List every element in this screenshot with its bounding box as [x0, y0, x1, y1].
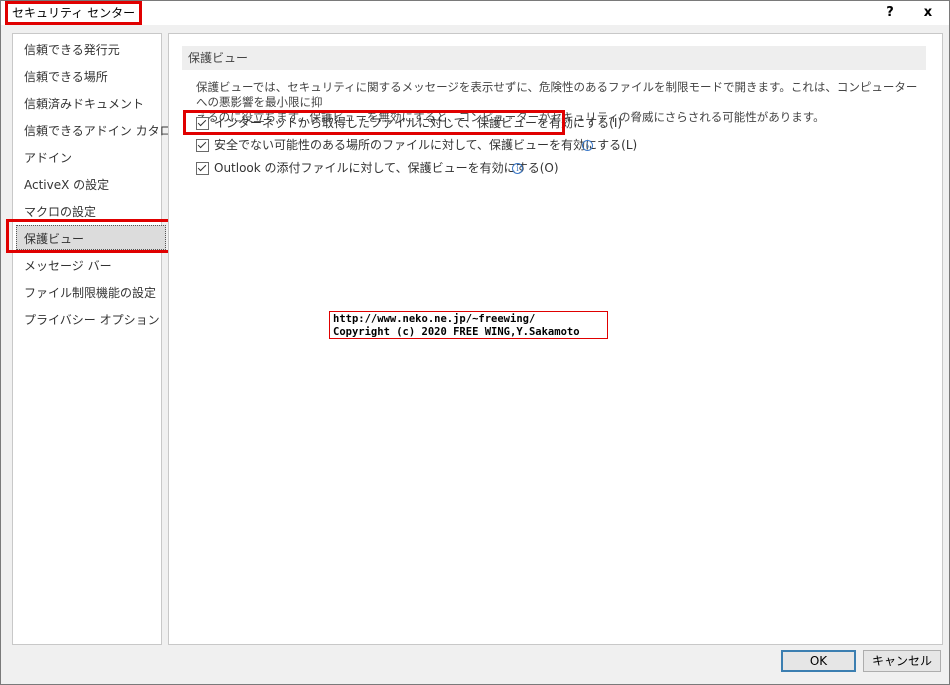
- cancel-button[interactable]: キャンセル: [863, 650, 941, 672]
- trust-center-dialog: セキュリティ センター ? x 信頼できる発行元 信頼できる場所 信頼済みドキュ…: [0, 0, 950, 685]
- info-icon[interactable]: i: [512, 163, 523, 174]
- checkbox-outlook-attachments[interactable]: [196, 162, 209, 175]
- sidebar-item-macros[interactable]: マクロの設定: [24, 203, 96, 220]
- sidebar: 信頼できる発行元 信頼できる場所 信頼済みドキュメント 信頼できるアドイン カタ…: [12, 33, 184, 645]
- sidebar-item-addins[interactable]: アドイン: [24, 149, 72, 166]
- watermark-copyright: Copyright (c) 2020 FREE WING,Y.Sakamoto: [333, 326, 580, 338]
- sidebar-item-activex[interactable]: ActiveX の設定: [24, 176, 109, 193]
- checkbox-unsafe-locations[interactable]: [196, 139, 209, 152]
- sidebar-highlight-box: [6, 219, 182, 253]
- window-title: セキュリティ センター: [5, 1, 143, 25]
- help-button[interactable]: ?: [871, 2, 909, 24]
- title-bar: セキュリティ センター ? x: [1, 1, 949, 25]
- copyright-watermark: http://www.neko.ne.jp/~freewing/Copyrigh…: [329, 311, 608, 339]
- option-label: 安全でない可能性のある場所のファイルに対して、保護ビューを有効にする(L): [214, 138, 638, 152]
- sidebar-item-message-bar[interactable]: メッセージ バー: [24, 257, 112, 274]
- section-header: 保護ビュー: [182, 46, 926, 70]
- description-line-1: 保護ビューでは、セキュリティに関するメッセージを表示せずに、危険性のあるファイル…: [196, 80, 918, 109]
- sidebar-item-trusted-publishers[interactable]: 信頼できる発行元: [24, 41, 120, 58]
- close-button[interactable]: x: [909, 2, 947, 24]
- option-highlight-box: [183, 110, 565, 135]
- sidebar-item-trusted-locations[interactable]: 信頼できる場所: [24, 68, 108, 85]
- ok-button[interactable]: OK: [781, 650, 856, 672]
- info-icon[interactable]: i: [582, 140, 593, 151]
- sidebar-item-trusted-addin-catalogs[interactable]: 信頼できるアドイン カタログ: [24, 122, 184, 139]
- option-label: Outlook の添付ファイルに対して、保護ビューを有効にする(O): [214, 161, 559, 175]
- section-title: 保護ビュー: [188, 51, 249, 65]
- sidebar-item-file-block[interactable]: ファイル制限機能の設定: [24, 284, 156, 301]
- sidebar-item-trusted-documents[interactable]: 信頼済みドキュメント: [24, 95, 144, 112]
- watermark-url: http://www.neko.ne.jp/~freewing/: [333, 313, 536, 325]
- sidebar-item-privacy[interactable]: プライバシー オプション: [24, 311, 160, 328]
